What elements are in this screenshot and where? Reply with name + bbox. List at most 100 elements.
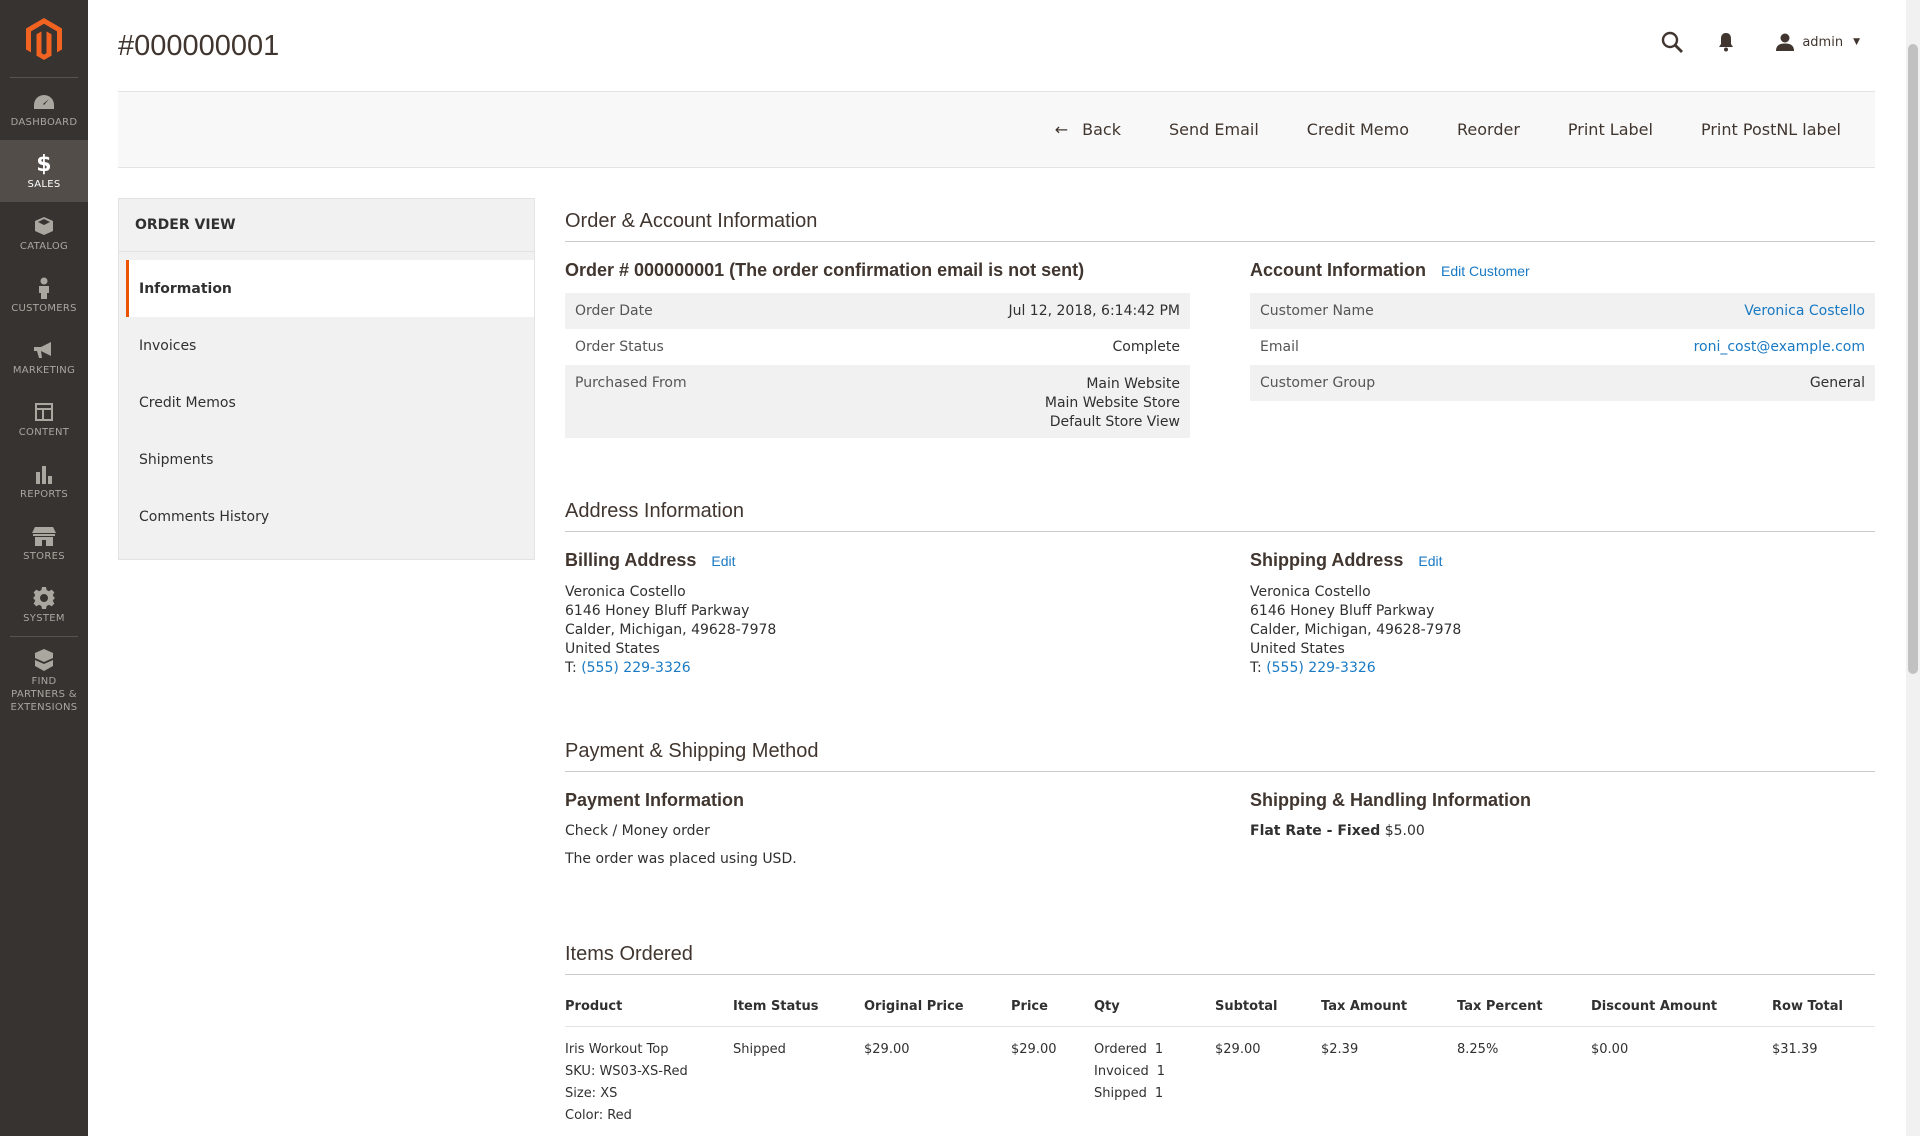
scrollbar-thumb[interactable] xyxy=(1908,44,1918,674)
page-scrollbar[interactable] xyxy=(1906,0,1920,1136)
col-header: Tax Percent xyxy=(1457,999,1591,1027)
admin-sidebar: DASHBOARD $ SALES CATALOG CUSTOMERS MARK… xyxy=(0,0,88,1136)
address-street: 6146 Honey Bluff Parkway xyxy=(565,603,750,619)
account-heading-text: Account Information xyxy=(1250,260,1426,280)
currency-note: The order was placed using USD. xyxy=(565,851,797,867)
reorder-button[interactable]: Reorder xyxy=(1433,120,1544,139)
purchased-from-store: Main Website Store xyxy=(1044,395,1180,411)
send-email-button[interactable]: Send Email xyxy=(1145,120,1283,139)
nav-partners[interactable]: FIND PARTNERS & EXTENSIONS xyxy=(0,637,88,721)
qty-invoiced: 1 xyxy=(1156,1064,1166,1079)
nav-marketing[interactable]: MARKETING xyxy=(0,326,88,388)
customer-name-link[interactable]: Veronica Costello xyxy=(1744,303,1865,319)
person-icon xyxy=(37,276,51,300)
cube-icon xyxy=(34,214,54,238)
nav-dashboard[interactable]: DASHBOARD xyxy=(0,78,88,140)
nav-content[interactable]: CONTENT xyxy=(0,388,88,450)
col-header: Product xyxy=(565,999,733,1027)
megaphone-icon xyxy=(33,338,55,362)
nav-sales[interactable]: $ SALES xyxy=(0,140,88,202)
user-icon xyxy=(1776,33,1795,51)
tab-credit-memos[interactable]: Credit Memos xyxy=(119,374,534,431)
order-account-section: Order & Account Information Order # 0000… xyxy=(565,210,1875,438)
nav-catalog[interactable]: CATALOG xyxy=(0,202,88,264)
nav-stores[interactable]: STORES xyxy=(0,512,88,574)
account-info-column: Account Information Edit Customer Custom… xyxy=(1250,242,1875,438)
col-header: Discount Amount xyxy=(1591,999,1772,1027)
customer-email-link[interactable]: roni_cost@example.com xyxy=(1694,339,1865,355)
address-city: Calder, Michigan, 49628-7978 xyxy=(565,622,777,638)
payment-column: Payment Information Check / Money order … xyxy=(565,772,1190,879)
qty-shipped: 1 xyxy=(1154,1086,1164,1101)
qty-ordered-label: Ordered xyxy=(1094,1042,1147,1057)
tabs-title: ORDER VIEW xyxy=(119,199,534,252)
nav-label: SALES xyxy=(27,179,61,190)
billing-heading-text: Billing Address xyxy=(565,550,697,570)
print-postnl-label-button[interactable]: Print PostNL label xyxy=(1677,120,1865,139)
back-label: Back xyxy=(1082,120,1121,139)
magento-logo[interactable] xyxy=(10,0,78,78)
edit-shipping-link[interactable]: Edit xyxy=(1418,553,1442,569)
layout-icon xyxy=(34,400,54,424)
gear-icon xyxy=(33,586,55,610)
shipping-heading-text: Shipping Address xyxy=(1250,550,1404,570)
shipping-method-name: Flat Rate - Fixed xyxy=(1250,823,1381,839)
order-date-label: Order Date xyxy=(565,293,820,329)
row-total: $31.39 xyxy=(1772,1042,1818,1057)
boxes-icon xyxy=(33,648,55,672)
bell-icon[interactable] xyxy=(1714,30,1738,54)
address-street: 6146 Honey Bluff Parkway xyxy=(1250,603,1435,619)
account-info-table: Customer Name Veronica Costello Email ro… xyxy=(1250,293,1875,401)
product-cell: Iris Workout Top SKU: WS03-XS-Red Size: … xyxy=(565,1027,733,1128)
tab-comments-history[interactable]: Comments History xyxy=(119,488,534,545)
phone-prefix: T: xyxy=(565,660,577,676)
item-status: Shipped xyxy=(733,1042,786,1057)
tax-percent: 8.25% xyxy=(1457,1042,1499,1057)
phone-link[interactable]: (555) 229-3326 xyxy=(1266,660,1376,676)
customer-name-label: Customer Name xyxy=(1250,293,1509,329)
qty-ordered: 1 xyxy=(1154,1042,1164,1057)
arrow-left-icon: ← xyxy=(1054,120,1069,139)
payment-heading: Payment Information xyxy=(565,790,745,810)
nav-label: CONTENT xyxy=(18,427,70,438)
nav-label: DASHBOARD xyxy=(10,117,78,128)
address-name: Veronica Costello xyxy=(565,584,686,600)
tab-shipments[interactable]: Shipments xyxy=(119,431,534,488)
admin-user-menu[interactable]: admin ▼ xyxy=(1776,33,1860,51)
account-heading: Account Information Edit Customer xyxy=(1250,260,1875,281)
phone-link[interactable]: (555) 229-3326 xyxy=(581,660,691,676)
col-header: Tax Amount xyxy=(1321,999,1457,1027)
qty-invoiced-label: Invoiced xyxy=(1094,1064,1149,1079)
tax-amount: $2.39 xyxy=(1321,1042,1359,1057)
nav-label: CATALOG xyxy=(19,241,69,252)
order-info-table: Order Date Jul 12, 2018, 6:14:42 PM Orde… xyxy=(565,293,1190,438)
nav-reports[interactable]: REPORTS xyxy=(0,450,88,512)
order-status-value: Complete xyxy=(1112,339,1180,355)
nav-customers[interactable]: CUSTOMERS xyxy=(0,264,88,326)
col-header: Original Price xyxy=(864,999,1011,1027)
back-button[interactable]: ← Back xyxy=(1031,120,1145,139)
edit-customer-link[interactable]: Edit Customer xyxy=(1441,263,1530,279)
nav-system[interactable]: SYSTEM xyxy=(0,574,88,636)
billing-heading: Billing Address Edit xyxy=(565,550,1190,571)
col-header: Subtotal xyxy=(1215,999,1321,1027)
print-label-button[interactable]: Print Label xyxy=(1544,120,1677,139)
payment-method: Check / Money order xyxy=(565,823,710,839)
email-label: Email xyxy=(1260,339,1299,355)
product-name: Iris Workout Top xyxy=(565,1042,669,1057)
tab-information[interactable]: Information xyxy=(126,260,534,317)
edit-billing-link[interactable]: Edit xyxy=(711,553,735,569)
page-actions-bar: ← Back Send Email Credit Memo Reorder Pr… xyxy=(118,91,1875,168)
shipping-address-column: Shipping Address Edit Veronica Costello … xyxy=(1250,532,1875,678)
address-country: United States xyxy=(565,641,660,657)
search-icon[interactable] xyxy=(1660,30,1684,54)
nav-label: EXTENSIONS xyxy=(10,702,78,713)
qty-cell: Ordered 1 Invoiced 1 Shipped 1 xyxy=(1094,1027,1215,1128)
col-header: Qty xyxy=(1094,999,1215,1027)
address-country: United States xyxy=(1250,641,1345,657)
credit-memo-button[interactable]: Credit Memo xyxy=(1283,120,1433,139)
product-sku: SKU: WS03-XS-Red xyxy=(565,1064,688,1079)
tab-invoices[interactable]: Invoices xyxy=(119,317,534,374)
order-info-column: Order # 000000001 (The order confirmatio… xyxy=(565,242,1190,438)
section-title: Address Information xyxy=(565,500,1875,532)
